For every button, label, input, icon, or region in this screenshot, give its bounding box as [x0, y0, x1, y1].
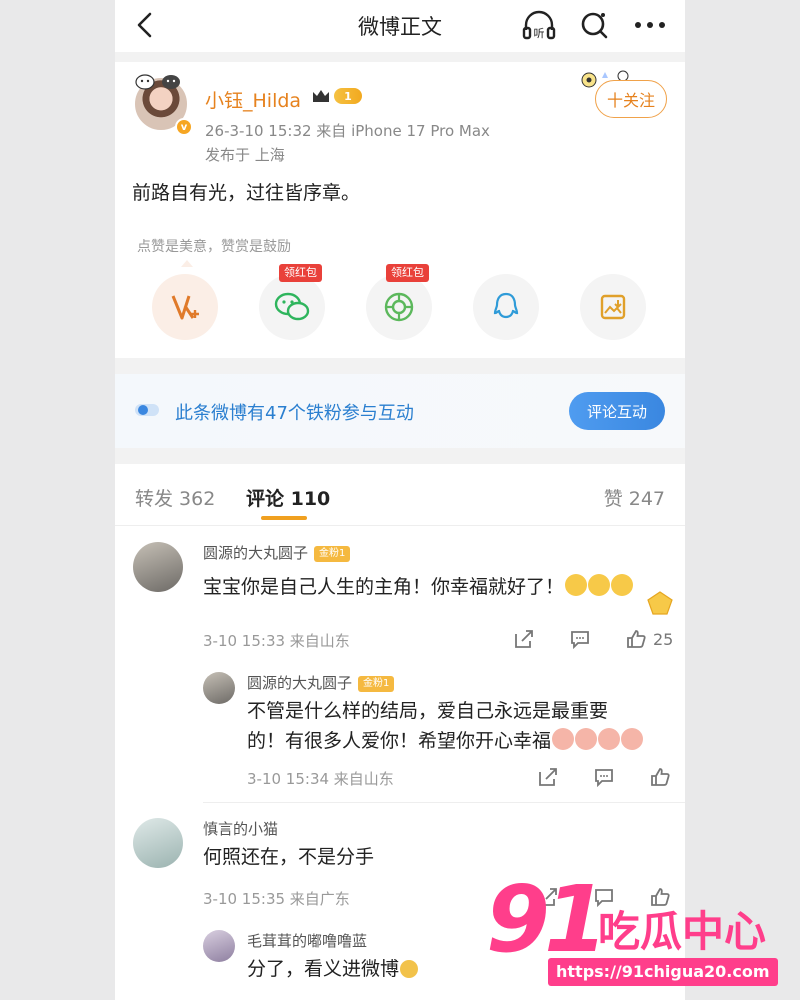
- tab-comment[interactable]: 评论 110: [246, 484, 330, 511]
- active-tab-indicator: [261, 516, 307, 520]
- cry-emoji-icon: [400, 960, 419, 978]
- post-time-source: 26-3-10 15:32 来自 iPhone 17 Pro Max: [205, 122, 490, 140]
- laugh-emoji-icon: [611, 574, 634, 596]
- reply-text-line2: 的！有很多人爱你！希望你开心幸福: [247, 726, 644, 756]
- love-emoji-icon: [575, 728, 598, 750]
- watermark-url: https://91chigua20.com: [548, 958, 778, 986]
- reply-avatar[interactable]: [203, 930, 235, 962]
- fans-interaction-banner[interactable]: 此条微博有47个铁粉参与互动 评论互动: [115, 374, 685, 448]
- share-wechat-button[interactable]: 领红包: [259, 264, 325, 340]
- love-emoji-icon: [598, 728, 621, 750]
- reply-avatar[interactable]: [203, 672, 235, 704]
- comment-actions: 25: [513, 628, 673, 650]
- share-moments-button[interactable]: 领红包: [366, 264, 432, 340]
- moments-icon: [384, 292, 414, 322]
- red-packet-badge: 领红包: [386, 264, 429, 282]
- like-button[interactable]: 25: [625, 628, 673, 650]
- search-icon[interactable]: [579, 9, 611, 41]
- reply-text: 分了，看义进微博: [247, 954, 419, 984]
- cat-decoration-icon: [135, 74, 180, 90]
- wechat-icon: [274, 292, 310, 321]
- back-arrow-icon[interactable]: [131, 10, 161, 40]
- post-content: 前路自有光，过往皆序章。: [132, 182, 361, 204]
- comment-interact-button[interactable]: 评论互动: [569, 392, 665, 430]
- comment-meta: 3-10 15:35 来自广东: [203, 890, 350, 908]
- reply-text-line1: 不管是什么样的结局，爱自己永远是最重要: [247, 700, 609, 722]
- watermark-logo: 91 吃瓜中心 https://91chigua20.com: [486, 870, 786, 990]
- reward-v-icon: [171, 295, 199, 320]
- red-packet-badge: 领红包: [279, 264, 322, 282]
- save-image-icon: [600, 294, 626, 320]
- post-location: 发布于 上海: [205, 146, 285, 164]
- post-card: v 小钰_Hilda 1 26-3-10 15:32 来自 iPhone 17 …: [115, 62, 685, 358]
- save-image-button[interactable]: [580, 274, 646, 340]
- fan-badge: 金粉1: [314, 546, 351, 562]
- qq-icon: [493, 292, 519, 319]
- love-emoji-icon: [621, 728, 644, 750]
- comment-icon[interactable]: [569, 628, 591, 650]
- hot-comment-badge-icon: [647, 591, 673, 615]
- svg-text:听: 听: [534, 27, 545, 40]
- share-icon[interactable]: [537, 766, 559, 788]
- phone-screen: 微博正文 听 v 小钰_Hilda 1 26-3-10 15:32 来自 iPh…: [115, 0, 685, 1000]
- top-nav-bar: 微博正文 听: [115, 0, 685, 52]
- comment-icon[interactable]: [593, 766, 615, 788]
- reply-meta: 3-10 15:34 来自山东: [247, 770, 394, 788]
- commenter-avatar[interactable]: [133, 542, 183, 592]
- tab-like[interactable]: 赞 247: [604, 484, 665, 511]
- page-title: 微博正文: [358, 15, 442, 39]
- listen-headphones-icon[interactable]: 听: [521, 8, 557, 42]
- commenter-name[interactable]: 慎言的小猫: [203, 818, 278, 839]
- share-icon[interactable]: [513, 628, 535, 650]
- commenter-name-text: 圆源的大丸圆子: [203, 544, 309, 562]
- more-dots-icon[interactable]: [633, 20, 667, 30]
- fan-badge: 金粉1: [358, 676, 395, 692]
- tab-repost[interactable]: 转发 362: [135, 484, 215, 511]
- member-badge[interactable]: 1: [311, 88, 362, 104]
- commenter-name[interactable]: 圆源的大丸圆子 金粉1: [203, 542, 351, 563]
- author-name[interactable]: 小钰_Hilda: [205, 86, 301, 113]
- fans-interaction-text: 此条微博有47个铁粉参与互动: [175, 403, 414, 424]
- verified-badge-icon: v: [175, 118, 193, 136]
- reply-actions: [537, 766, 671, 788]
- comment-divider: [203, 802, 685, 803]
- reward-tip: 点赞是美意，赞赏是鼓励: [137, 239, 291, 255]
- reply-name[interactable]: 毛茸茸的嘟噜噜蓝: [247, 930, 367, 951]
- comment-text: 宝宝你是自己人生的主角！你幸福就好了！: [203, 572, 634, 602]
- commenter-avatar[interactable]: [133, 818, 183, 868]
- share-row: 领红包 领红包: [152, 264, 652, 344]
- comment-text: 何照还在，不是分手: [203, 846, 375, 868]
- reply-name[interactable]: 圆源的大丸圆子 金粉1: [247, 672, 395, 693]
- watermark-brand: 吃瓜中心: [598, 907, 767, 956]
- reply-text-body: 分了，看义进微博: [247, 958, 400, 980]
- watermark-number: 91: [486, 866, 608, 973]
- love-emoji-icon: [552, 728, 575, 750]
- laugh-emoji-icon: [588, 574, 611, 596]
- nav-actions: 听: [521, 8, 667, 42]
- thumbs-up-icon: [627, 630, 646, 648]
- reply-name-text: 圆源的大丸圆子: [247, 674, 353, 692]
- tip-pointer: [181, 260, 193, 267]
- like-count: 25: [653, 629, 674, 649]
- post-tabs: 转发 362 评论 110 赞 247: [115, 464, 685, 526]
- comment-text-body: 宝宝你是自己人生的主角！你幸福就好了！: [203, 576, 565, 598]
- crown-icon: [313, 90, 329, 102]
- follow-button[interactable]: 十关注: [595, 80, 667, 118]
- fans-toggle-icon: [135, 404, 159, 416]
- reward-button[interactable]: [152, 274, 218, 340]
- member-level: 1: [334, 88, 362, 104]
- laugh-emoji-icon: [565, 574, 588, 596]
- reply-text-body: 的！有很多人爱你！希望你开心幸福: [247, 730, 552, 752]
- share-qq-button[interactable]: [473, 274, 539, 340]
- thumbs-up-icon[interactable]: [649, 766, 671, 788]
- comment-meta: 3-10 15:33 来自山东: [203, 632, 350, 650]
